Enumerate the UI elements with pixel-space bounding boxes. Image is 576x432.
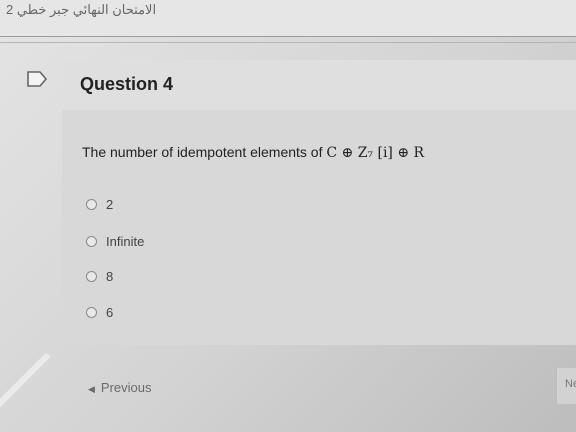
previous-label: Previous <box>100 380 152 395</box>
option-8[interactable]: 8 <box>86 268 113 284</box>
next-button[interactable]: Ne <box>556 368 576 404</box>
radio-button[interactable] <box>86 306 97 318</box>
option-label: 6 <box>106 304 114 320</box>
option-infinite[interactable]: Infinite <box>86 233 144 249</box>
option-6[interactable]: 6 <box>86 304 113 320</box>
exam-title: الامتحان النهائي جبر خطي 2 <box>6 2 157 17</box>
previous-button[interactable]: ◀ Previous <box>88 380 152 395</box>
question-math: C ⊕ Z₇ [i] ⊕ R <box>326 145 425 161</box>
radio-button[interactable] <box>86 270 97 282</box>
option-label: 8 <box>106 268 114 284</box>
question-header: Question 4 <box>62 60 576 111</box>
question-body: The number of idempotent elements of C ⊕… <box>62 110 576 345</box>
option-2[interactable]: 2 <box>86 196 113 212</box>
question-text: The number of idempotent elements of C ⊕… <box>82 144 424 161</box>
next-label: Ne <box>565 378 576 390</box>
question-prompt: The number of idempotent elements of <box>82 144 327 160</box>
radio-button[interactable] <box>86 235 97 247</box>
quiz-navigation: ◀ Previous Ne <box>0 360 576 432</box>
option-label: 2 <box>106 196 114 212</box>
exam-header: الامتحان النهائي جبر خطي 2 <box>0 0 576 37</box>
flag-icon[interactable] <box>26 70 48 88</box>
radio-button[interactable] <box>86 198 97 210</box>
question-title: Question 4 <box>80 74 174 94</box>
option-label: Infinite <box>106 233 145 249</box>
chevron-left-icon: ◀ <box>88 384 95 394</box>
divider <box>0 42 576 43</box>
